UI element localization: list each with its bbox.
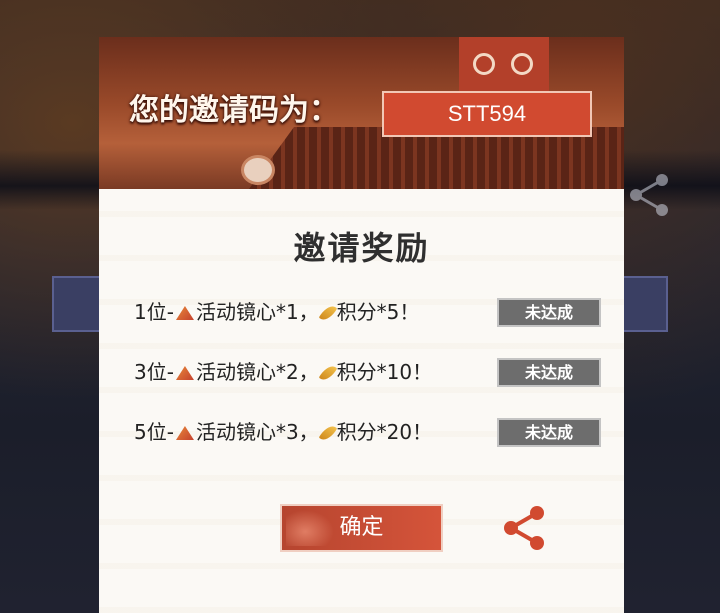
reward-item-points: 积分*5！ [336, 300, 420, 324]
reward-item-mirror: 活动镜心*1， [195, 300, 319, 324]
mirror-heart-icon [175, 426, 194, 440]
status-badge: 未达成 [497, 298, 601, 327]
invite-code-label: 您的邀请码为： [129, 93, 339, 128]
background-share-icon [630, 174, 668, 216]
tower-ornament-icon [473, 53, 495, 75]
invite-code-value[interactable]: STT594 [382, 91, 592, 137]
header-lantern-art [241, 155, 275, 185]
reward-title: 邀请奖励 [293, 229, 430, 267]
tower-ornament-icon [511, 53, 533, 75]
status-badge: 未达成 [497, 358, 601, 387]
reward-item-mirror: 活动镜心*2， [195, 360, 319, 384]
feather-points-icon [318, 302, 337, 324]
dialog-header: 您的邀请码为： STT594 [99, 37, 624, 189]
reward-text: 3位- 活动镜心*2， 积分*10！ [134, 355, 432, 389]
mirror-heart-icon [175, 366, 194, 380]
feather-points-icon [318, 422, 337, 444]
status-badge: 未达成 [497, 418, 601, 447]
reward-row: 5位- 活动镜心*3， 积分*20！ 未达成 [134, 415, 604, 449]
mirror-heart-icon [175, 306, 194, 320]
reward-item-points: 积分*20！ [336, 420, 433, 444]
reward-text: 5位- 活动镜心*3， 积分*20！ [134, 415, 432, 449]
feather-points-icon [318, 362, 337, 384]
reward-tier: 1位- [134, 300, 174, 324]
confirm-button[interactable]: 确定 [280, 504, 443, 552]
button-flower-decoration [286, 510, 334, 546]
confirm-button-label: 确定 [339, 515, 384, 540]
reward-tier: 3位- [134, 360, 174, 384]
reward-text: 1位- 活动镜心*1， 积分*5！ [134, 295, 419, 329]
reward-row: 1位- 活动镜心*1， 积分*5！ 未达成 [134, 295, 604, 329]
share-icon[interactable] [499, 503, 549, 553]
reward-item-mirror: 活动镜心*3， [195, 420, 319, 444]
invite-reward-dialog: 您的邀请码为： STT594 邀请奖励 1位- 活动镜心*1， 积分*5！ 未达成 … [99, 37, 624, 613]
reward-tier: 5位- [134, 420, 174, 444]
reward-item-points: 积分*10！ [336, 360, 433, 384]
reward-row: 3位- 活动镜心*2， 积分*10！ 未达成 [134, 355, 604, 389]
